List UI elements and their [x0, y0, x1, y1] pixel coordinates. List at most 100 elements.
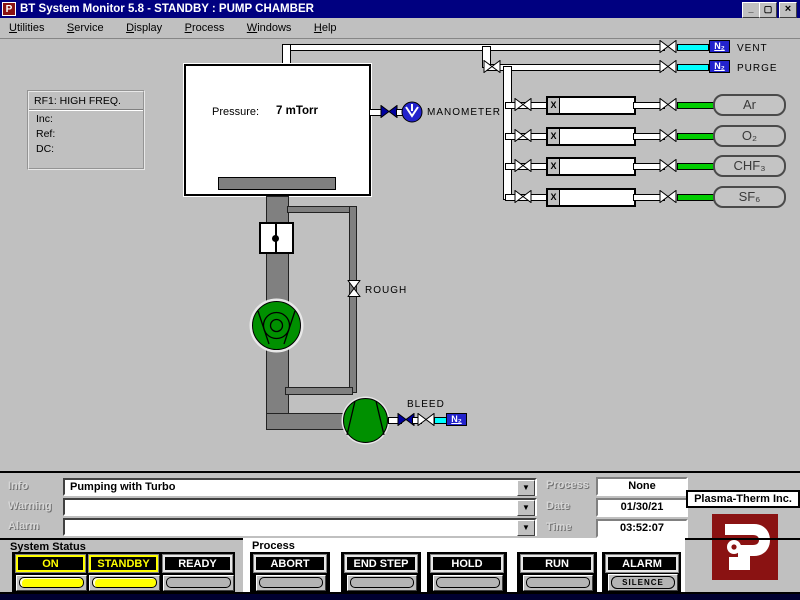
o2-tank-valve-icon[interactable] [659, 129, 677, 142]
company-name: Plasma-Therm Inc. [686, 490, 800, 508]
rf1-ref-label: Ref: [29, 125, 143, 140]
info-value: Pumping with Turbo [70, 481, 176, 493]
ready-indicator [163, 575, 234, 591]
hold-button[interactable]: HOLD [431, 555, 503, 572]
o2-tank: O₂ [713, 125, 786, 147]
end-step-button[interactable]: END STEP [345, 555, 417, 572]
bleed-label: BLEED [407, 399, 445, 410]
ar-mfc[interactable]: X [546, 96, 636, 115]
run-button[interactable]: RUN [521, 555, 593, 572]
bleed-valve-icon[interactable] [417, 413, 435, 426]
turbo-pump-icon[interactable] [248, 297, 305, 354]
gas-pipe-green [677, 163, 716, 170]
purge-inlet-valve-icon[interactable] [483, 60, 501, 73]
menu-display[interactable]: Display [117, 18, 171, 38]
pressure-value: 7 mTorr [276, 105, 318, 117]
gas-pipe-green [677, 133, 716, 140]
purge-n2-source-icon: N₂ [709, 60, 730, 73]
chuck-electrode [218, 177, 336, 190]
standby-indicator [89, 575, 160, 591]
window-title: BT System Monitor 5.8 - STANDBY : PUMP C… [20, 3, 314, 15]
chf3-mfc[interactable]: X [546, 157, 636, 176]
mfc-x-icon: X [548, 98, 560, 113]
ar-inlet-valve-icon[interactable] [514, 98, 532, 111]
ready-button[interactable]: READY [163, 555, 232, 572]
rough-branch-pipe [287, 206, 357, 213]
pump-chamber: Pressure: 7 mTorr [184, 64, 371, 196]
menu-process[interactable]: Process [176, 18, 234, 38]
dropdown-arrow-icon[interactable]: ▼ [517, 480, 535, 496]
rf1-inc-label: Inc: [29, 110, 143, 125]
dropdown-arrow-icon[interactable]: ▼ [517, 500, 535, 516]
o2-mfc[interactable]: X [546, 127, 636, 146]
rough-label: ROUGH [365, 285, 407, 296]
mfc-x-icon: X [548, 159, 560, 174]
vent-n2-source-icon: N₂ [709, 40, 730, 53]
manometer-gauge-icon [401, 101, 423, 123]
title-bar: P BT System Monitor 5.8 - STANDBY : PUMP… [0, 0, 800, 18]
o2-inlet-valve-icon[interactable] [514, 129, 532, 142]
sf6-tank: SF₆ [713, 186, 786, 208]
on-indicator [16, 575, 87, 591]
rough-valve-icon[interactable] [345, 282, 359, 300]
vent-label: VENT [737, 43, 768, 54]
app-window: P BT System Monitor 5.8 - STANDBY : PUMP… [0, 0, 800, 600]
abort-indicator [256, 575, 326, 591]
warning-dropdown[interactable]: ▼ [63, 498, 537, 516]
plasma-therm-logo-icon [712, 514, 778, 580]
menu-utilities[interactable]: Utilities [0, 18, 53, 38]
chf3-tank: CHF₃ [713, 155, 786, 177]
bleed-n2-source-icon: N₂ [446, 413, 467, 426]
menu-help[interactable]: Help [305, 18, 346, 38]
pressure-label: Pressure: [212, 106, 259, 118]
gate-valve-icon[interactable] [259, 222, 294, 254]
divider [0, 471, 800, 473]
close-button[interactable]: × [779, 2, 797, 18]
on-button[interactable]: ON [16, 555, 85, 572]
mfc-x-icon: X [548, 129, 560, 144]
purge-label: PURGE [737, 63, 778, 74]
alarm-dropdown[interactable]: ▼ [63, 518, 537, 536]
gas-pipe-green [677, 102, 716, 109]
chf3-inlet-valve-icon[interactable] [514, 159, 532, 172]
process-group-title: Process [252, 540, 295, 552]
abort-button[interactable]: ABORT [254, 555, 326, 572]
sf6-inlet-valve-icon[interactable] [514, 190, 532, 203]
menu-windows[interactable]: Windows [238, 18, 301, 38]
sf6-tank-valve-icon[interactable] [659, 190, 677, 203]
rough-return-pipe [285, 387, 353, 395]
sf6-mfc[interactable]: X [546, 188, 636, 207]
ar-tank: Ar [713, 94, 786, 116]
info-label: Info [8, 480, 28, 492]
silence-indicator[interactable]: SILENCE [608, 574, 678, 591]
minimize-button[interactable]: _ [742, 2, 760, 18]
end-step-indicator [347, 575, 417, 591]
alarm-button[interactable]: ALARM [606, 555, 678, 572]
warning-label: Warning [8, 500, 52, 512]
process-value: None [596, 477, 688, 496]
chf3-tank-valve-icon[interactable] [659, 159, 677, 172]
vent-valve-icon[interactable] [659, 40, 677, 53]
menu-service[interactable]: Service [58, 18, 113, 38]
dropdown-arrow-icon[interactable]: ▼ [517, 520, 535, 536]
ar-tank-valve-icon[interactable] [659, 98, 677, 111]
standby-button[interactable]: STANDBY [89, 555, 158, 572]
menu-bar: Utilities Service Display Process Window… [0, 18, 800, 39]
maximize-button[interactable]: ▢ [759, 2, 777, 18]
run-indicator [523, 575, 593, 591]
date-value: 01/30/21 [596, 498, 688, 517]
process-field-label: Process [546, 479, 589, 491]
rf1-dc-label: DC: [29, 140, 143, 155]
mfc-x-icon: X [548, 190, 560, 205]
info-dropdown[interactable]: Pumping with Turbo ▼ [63, 478, 537, 496]
silence-button[interactable]: SILENCE [611, 576, 675, 589]
manometer-label: MANOMETER [427, 107, 501, 118]
purge-valve-icon[interactable] [659, 60, 677, 73]
rf1-panel: RF1: HIGH FREQ. Inc: Ref: DC: [27, 90, 145, 170]
hold-indicator [433, 575, 503, 591]
roughing-pump-icon[interactable] [340, 395, 391, 446]
alarm-label: Alarm [8, 520, 39, 532]
time-value: 03:52:07 [596, 519, 688, 538]
rf1-title: RF1: HIGH FREQ. [29, 92, 143, 110]
vent-n2-pipe [677, 44, 709, 51]
